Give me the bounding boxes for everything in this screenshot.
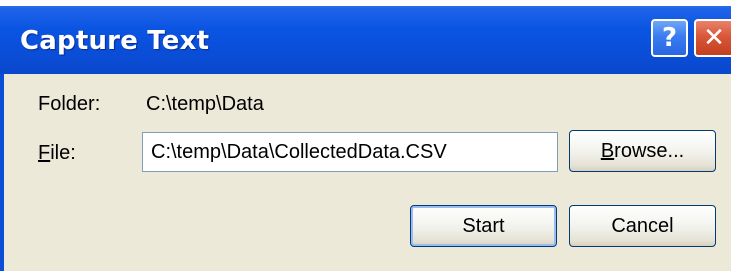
folder-value: C:\temp\Data	[146, 93, 264, 115]
help-button[interactable]: ?	[651, 19, 688, 57]
browse-button[interactable]: Browse...	[569, 130, 716, 172]
browse-accesskey: B	[600, 139, 615, 162]
cancel-button[interactable]: Cancel	[569, 205, 716, 247]
file-label: File:	[38, 142, 76, 165]
folder-label: Folder:	[38, 93, 101, 115]
close-icon: ✕	[703, 23, 725, 53]
file-label-rest: ile:	[50, 142, 76, 164]
help-icon: ?	[661, 23, 678, 53]
file-path-input[interactable]	[142, 132, 558, 172]
file-label-accesskey: F	[38, 142, 51, 164]
capture-text-dialog: Capture Text ? ✕ Folder: C:\temp\Data Fi…	[0, 0, 731, 271]
window-frame-left	[0, 74, 4, 271]
title-bar-edge	[0, 0, 731, 6]
title-bar: Capture Text ? ✕	[0, 0, 731, 74]
close-button[interactable]: ✕	[694, 19, 731, 57]
window-title: Capture Text	[20, 26, 210, 56]
start-button[interactable]: Start	[410, 205, 557, 247]
browse-label-rest: rowse...	[614, 139, 685, 162]
